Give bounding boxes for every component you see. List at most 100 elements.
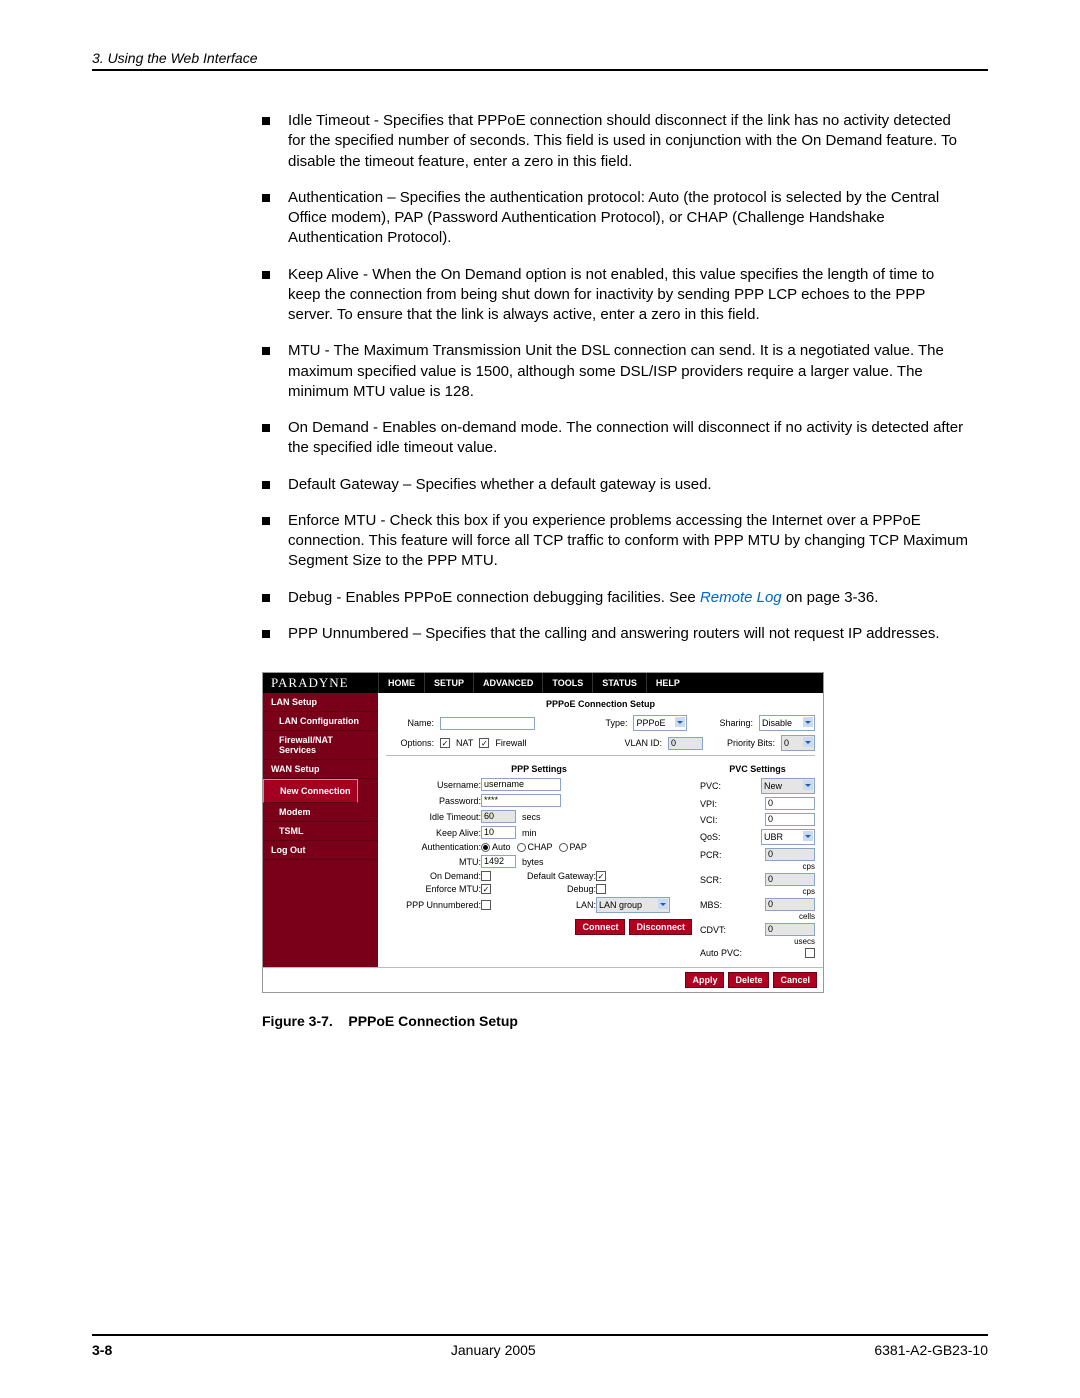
square-bullet-icon xyxy=(262,481,270,489)
pvc-select[interactable]: New xyxy=(761,778,815,794)
keep-unit: min xyxy=(522,828,537,838)
bullet-item: Keep Alive - When the On Demand option i… xyxy=(262,265,968,326)
square-bullet-icon xyxy=(262,347,270,355)
apply-button[interactable]: Apply xyxy=(685,972,724,988)
qos-label: QoS: xyxy=(700,832,721,842)
name-label: Name: xyxy=(386,718,434,728)
sidebar-logout[interactable]: Log Out xyxy=(263,841,378,860)
nat-checkbox[interactable]: ✓ xyxy=(440,738,450,748)
sidebar-wan-setup[interactable]: WAN Setup xyxy=(263,760,378,779)
app-topbar: PARADYNE HOME SETUP ADVANCED TOOLS STATU… xyxy=(263,673,823,693)
nav-home[interactable]: HOME xyxy=(378,673,424,693)
firewall-checkbox[interactable]: ✓ xyxy=(479,738,489,748)
nav-help[interactable]: HELP xyxy=(646,673,689,693)
connect-button[interactable]: Connect xyxy=(575,919,625,935)
chevron-down-icon xyxy=(803,780,813,790)
cancel-button[interactable]: Cancel xyxy=(773,972,817,988)
pbits-select[interactable]: 0 xyxy=(781,735,815,751)
chevron-down-icon xyxy=(803,831,813,841)
figure-caption: Figure 3-7. PPPoE Connection Setup xyxy=(262,1013,988,1029)
delete-button[interactable]: Delete xyxy=(728,972,769,988)
chevron-down-icon xyxy=(675,717,685,727)
nat-label: NAT xyxy=(456,738,473,748)
sidebar: LAN Setup LAN Configuration Firewall/NAT… xyxy=(263,693,378,967)
qos-select[interactable]: UBR xyxy=(761,829,815,845)
sidebar-new-connection[interactable]: New Connection xyxy=(263,779,358,803)
defgw-checkbox[interactable]: ✓ xyxy=(596,871,606,881)
ondemand-checkbox[interactable] xyxy=(481,871,491,881)
panel-title: PPPoE Connection Setup xyxy=(386,699,815,709)
bullet-item: Idle Timeout - Specifies that PPPoE conn… xyxy=(262,111,968,172)
pcr-input[interactable]: 0 xyxy=(765,848,815,861)
header-rule xyxy=(92,69,988,71)
sidebar-lan-setup[interactable]: LAN Setup xyxy=(263,693,378,712)
mbs-unit: cells xyxy=(700,912,815,921)
enforce-checkbox[interactable]: ✓ xyxy=(481,884,491,894)
bullet-item: Enforce MTU - Check this box if you expe… xyxy=(262,511,968,572)
chevron-down-icon xyxy=(803,717,813,727)
square-bullet-icon xyxy=(262,630,270,638)
sharing-select[interactable]: Disable xyxy=(759,715,815,731)
square-bullet-icon xyxy=(262,271,270,279)
footer-date: January 2005 xyxy=(451,1342,536,1358)
sidebar-lan-config[interactable]: LAN Configuration xyxy=(263,712,378,731)
bullet-item: Debug - Enables PPPoE connection debuggi… xyxy=(262,588,968,608)
nav-tools[interactable]: TOOLS xyxy=(542,673,592,693)
password-input[interactable]: **** xyxy=(481,794,561,807)
mtu-label: MTU: xyxy=(386,857,481,867)
auth-auto-radio[interactable] xyxy=(481,843,490,852)
vpi-label: VPI: xyxy=(700,799,717,809)
autopvc-label: Auto PVC: xyxy=(700,948,742,958)
chevron-down-icon xyxy=(803,737,813,747)
cdvt-label: CDVT: xyxy=(700,925,726,935)
mtu-input[interactable]: 1492 xyxy=(481,855,516,868)
square-bullet-icon xyxy=(262,517,270,525)
keep-input[interactable]: 10 xyxy=(481,826,516,839)
nav-advanced[interactable]: ADVANCED xyxy=(473,673,542,693)
pppun-checkbox[interactable] xyxy=(481,900,491,910)
brand-logo: PARADYNE xyxy=(263,675,378,691)
bullet-list: Idle Timeout - Specifies that PPPoE conn… xyxy=(262,111,968,644)
keep-label: Keep Alive: xyxy=(386,828,481,838)
cdvt-unit: usecs xyxy=(700,937,815,946)
idle-input[interactable]: 60 xyxy=(481,810,516,823)
mbs-input[interactable]: 0 xyxy=(765,898,815,911)
password-label: Password: xyxy=(386,796,481,806)
username-input[interactable]: username xyxy=(481,778,561,791)
vci-label: VCI: xyxy=(700,815,718,825)
type-select[interactable]: PPPoE xyxy=(633,715,687,731)
pvc-settings-head: PVC Settings xyxy=(700,764,815,774)
page-header: 3. Using the Web Interface xyxy=(92,50,988,66)
pbits-label: Priority Bits: xyxy=(727,738,775,748)
sidebar-firewall-nat[interactable]: Firewall/NAT Services xyxy=(263,731,378,760)
ondemand-label: On Demand: xyxy=(386,871,481,881)
remote-log-link[interactable]: Remote Log xyxy=(700,589,782,606)
auth-chap-radio[interactable] xyxy=(517,843,526,852)
footer-doc: 6381-A2-GB23-10 xyxy=(874,1342,988,1358)
main-panel: PPPoE Connection Setup Name: Type: PPPoE… xyxy=(378,693,823,967)
debug-checkbox[interactable] xyxy=(596,884,606,894)
bullet-item: Default Gateway – Specifies whether a de… xyxy=(262,475,968,495)
scr-input[interactable]: 0 xyxy=(765,873,815,886)
vlan-input[interactable]: 0 xyxy=(668,737,703,750)
name-input[interactable] xyxy=(440,717,535,730)
cdvt-input[interactable]: 0 xyxy=(765,923,815,936)
sidebar-tsml[interactable]: TSML xyxy=(263,822,378,841)
sidebar-modem[interactable]: Modem xyxy=(263,803,378,822)
disconnect-button[interactable]: Disconnect xyxy=(629,919,692,935)
bullet-item: On Demand - Enables on-demand mode. The … xyxy=(262,418,968,459)
autopvc-checkbox[interactable] xyxy=(805,948,815,958)
figure-screenshot: PARADYNE HOME SETUP ADVANCED TOOLS STATU… xyxy=(262,672,988,1029)
lan-select[interactable]: LAN group xyxy=(596,897,670,913)
defgw-label: Default Gateway: xyxy=(501,871,596,881)
lan-label: LAN: xyxy=(501,900,596,910)
nav-setup[interactable]: SETUP xyxy=(424,673,473,693)
vpi-input[interactable]: 0 xyxy=(765,797,815,810)
nav-status[interactable]: STATUS xyxy=(592,673,646,693)
auth-pap-radio[interactable] xyxy=(559,843,568,852)
debug-label: Debug: xyxy=(501,884,596,894)
chevron-down-icon xyxy=(658,899,668,909)
vci-input[interactable]: 0 xyxy=(765,813,815,826)
username-label: Username: xyxy=(386,780,481,790)
page-footer: 3-8 January 2005 6381-A2-GB23-10 xyxy=(92,1334,988,1358)
